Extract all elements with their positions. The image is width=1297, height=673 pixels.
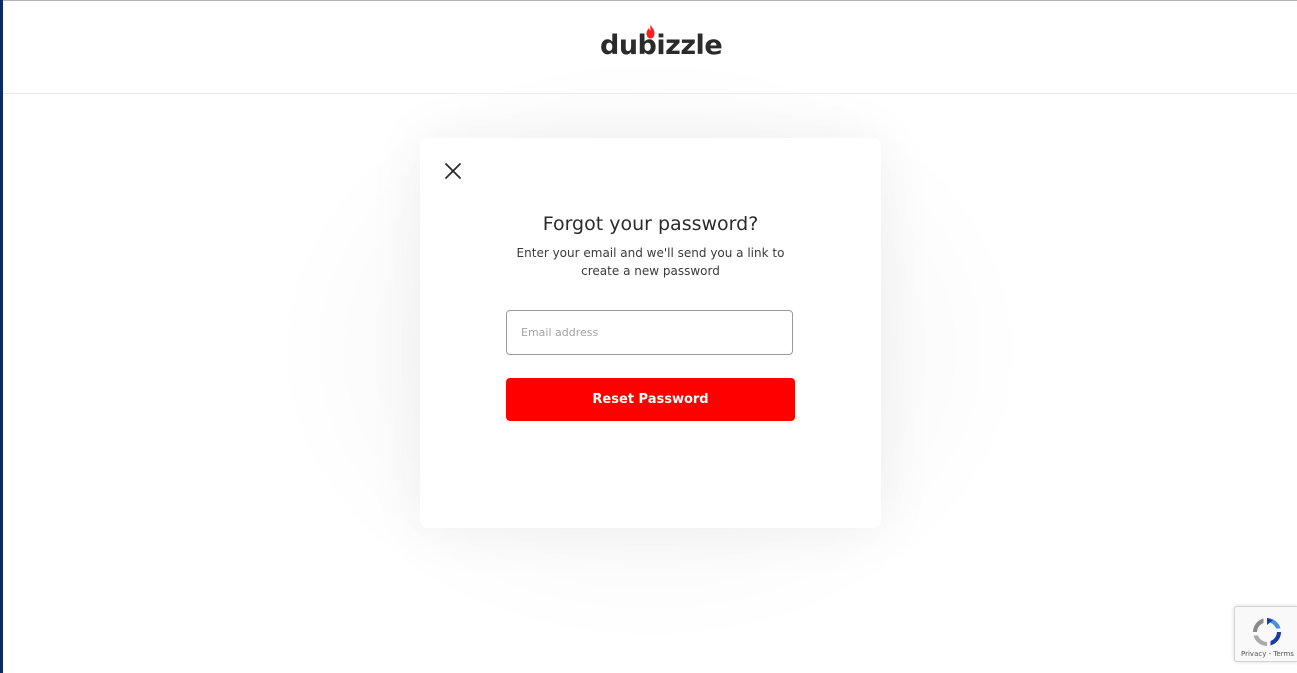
logo-text: dubizzle xyxy=(600,30,723,61)
forgot-password-modal: Forgot your password? Enter your email a… xyxy=(420,138,881,528)
recaptcha-links: Privacy - Terms xyxy=(1241,650,1297,659)
reset-password-button[interactable]: Reset Password xyxy=(506,378,795,421)
email-input[interactable] xyxy=(506,310,793,355)
dubizzle-logo[interactable]: dubizzle xyxy=(600,25,723,65)
recaptcha-terms-link[interactable]: Terms xyxy=(1273,650,1294,658)
recaptcha-privacy-link[interactable]: Privacy xyxy=(1241,650,1266,658)
flame-icon xyxy=(646,25,655,39)
modal-subtitle: Enter your email and we'll send you a li… xyxy=(516,246,785,278)
page: dubizzle Forgot your password? Enter you… xyxy=(0,0,1297,673)
modal-title: Forgot your password? xyxy=(542,213,759,235)
recaptcha-badge[interactable]: Privacy - Terms xyxy=(1234,606,1297,662)
recaptcha-icon xyxy=(1253,618,1281,646)
close-icon xyxy=(445,163,461,179)
left-edge-bar xyxy=(0,0,3,673)
close-button[interactable] xyxy=(442,160,464,182)
